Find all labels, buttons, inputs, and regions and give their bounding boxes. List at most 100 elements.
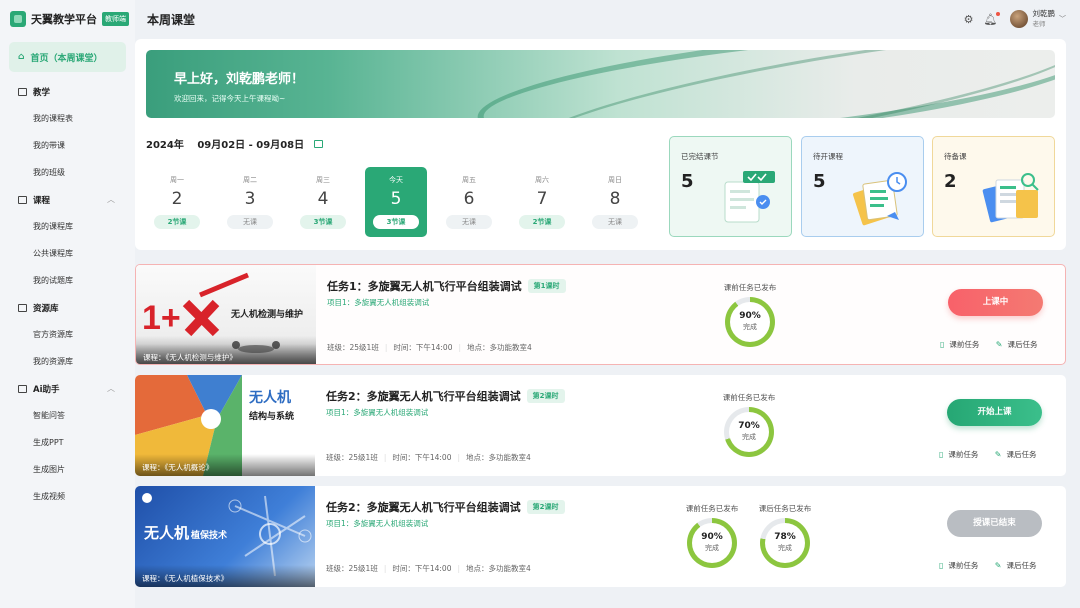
day-sat[interactable]: 周六 7 2节课 — [511, 167, 573, 237]
home-icon: ⌂ — [18, 52, 25, 62]
settings-icon[interactable]: ⚙ — [964, 13, 974, 26]
sidebar-group-label: Ai助手 — [33, 384, 60, 395]
class-ended-button[interactable]: 授课已结束 — [947, 510, 1042, 537]
stat-upcoming-courses[interactable]: 待开课程 5 — [801, 136, 924, 237]
sidebar-group-resources[interactable]: 资源库 — [0, 294, 135, 321]
week-dates: 09月02日 - 09月08日 — [197, 140, 305, 151]
course-class: 班级：25级1班 — [327, 343, 379, 352]
sidebar-item-home[interactable]: ⌂ 首页（本周课堂） — [9, 42, 126, 72]
pre-task-link[interactable]: ▯ 课前任务 — [939, 561, 978, 570]
stat-label: 待开课程 — [813, 152, 843, 161]
ring-label: 课前任务已发布 — [722, 393, 776, 402]
progress-ring: 90% 完成 — [725, 297, 775, 347]
day-today[interactable]: 今天 5 3节课 — [365, 167, 427, 237]
sidebar-group-label: 课程 — [33, 195, 51, 206]
thumbnail-title: 无人机 — [249, 390, 291, 406]
course-title-text: 任务2：多旋翼无人机飞行平台组装调试 — [326, 501, 521, 514]
course-project: 项目1：多旋翼无人机组装调试 — [326, 408, 429, 417]
course-thumbnail: 无人机 植保技术 课程：《无人机植保技术》 — [135, 486, 315, 587]
pre-task-link[interactable]: ▯ 课前任务 — [939, 450, 978, 459]
top-header: 本周课堂 ⚙ 🔔︎ 刘乾鹏 老师 ﹀ — [135, 0, 1080, 38]
day-lesson-count: 2节课 — [154, 215, 200, 229]
day-date: 8 — [609, 189, 621, 209]
course-meta: 班级：25级1班 | 时间：下午14:00 | 地点：多功能教室4 — [326, 563, 537, 574]
user-name: 刘乾鹏 — [1032, 8, 1056, 18]
stat-value: 5 — [681, 171, 694, 192]
start-class-button[interactable]: 开始上课 — [947, 399, 1042, 426]
sidebar-group-course[interactable]: 课程 ︿ — [0, 186, 135, 213]
day-sun[interactable]: 周日 8 无课 — [584, 167, 646, 237]
post-task-link[interactable]: ✎ 课后任务 — [996, 340, 1038, 349]
stat-label: 待备课 — [944, 152, 967, 161]
day-date: 2 — [171, 189, 183, 209]
app-name: 天翼教学平台 — [31, 13, 97, 26]
ring-value: 90% — [701, 532, 723, 542]
role-badge: 教师端 — [102, 12, 129, 26]
user-role: 老师 — [1032, 20, 1046, 29]
sidebar-group-teaching[interactable]: 教学 — [0, 78, 135, 105]
thumbnail-title-main: 无人机 — [144, 524, 190, 542]
avatar[interactable] — [1009, 10, 1028, 28]
stat-value: 5 — [813, 171, 826, 192]
course-card[interactable]: 无人机 植保技术 课程：《无人机植保技术》 任务2：多旋翼无人机飞行平台组装调试第… — [135, 486, 1066, 587]
bell-icon[interactable]: 🔔︎ — [984, 11, 1000, 26]
day-lesson-count: 2节课 — [519, 215, 565, 229]
calendar-icon[interactable] — [313, 140, 323, 148]
pre-task-progress: 课前任务已发布 70% 完成 — [709, 392, 789, 457]
meta-divider: | — [383, 564, 387, 573]
header-actions: ⚙ 🔔︎ 刘乾鹏 老师 ﹀ — [954, 8, 1066, 29]
post-task-link[interactable]: ✎ 课后任务 — [995, 561, 1037, 570]
sidebar-item-smart-qa[interactable]: 智能问答 — [0, 402, 135, 429]
sidebar-item-my-class[interactable]: 我的班级 — [0, 159, 135, 186]
day-wed[interactable]: 周三 4 3节课 — [292, 167, 354, 237]
day-name: 周五 — [462, 176, 476, 184]
stat-completed-lessons[interactable]: 已完结课节 5 — [669, 136, 792, 237]
day-date: 4 — [317, 189, 329, 209]
notification-dot — [995, 11, 1000, 16]
post-task-link[interactable]: ✎ 课后任务 — [995, 450, 1037, 459]
day-tue[interactable]: 周二 3 无课 — [219, 167, 281, 237]
day-lesson-count: 无课 — [592, 215, 638, 229]
pre-task-link[interactable]: ▯ 课前任务 — [940, 340, 979, 349]
link-label: 课前任务 — [949, 340, 980, 349]
in-class-button[interactable]: 上课中 — [948, 289, 1043, 316]
sidebar-item-official-resources[interactable]: 官方资源库 — [0, 321, 135, 348]
sidebar-item-my-resources[interactable]: 我的资源库 — [0, 348, 135, 375]
app-logo[interactable]: 天翼教学平台 教师端 — [0, 0, 135, 38]
chevron-up-icon: ︿ — [107, 195, 115, 204]
user-info[interactable]: 刘乾鹏 老师 — [1032, 8, 1056, 29]
files-illustration — [982, 173, 1039, 223]
sidebar-item-my-classes-taught[interactable]: 我的带课 — [0, 132, 135, 159]
link-label: 课后任务 — [1006, 450, 1037, 459]
sidebar-item-schedule[interactable]: 我的课程表 — [0, 105, 135, 132]
course-meta: 班级：25级1班 | 时间：下午14:00 | 地点：多功能教室4 — [327, 342, 538, 353]
sidebar-group-label: 资源库 — [33, 303, 59, 314]
course-card[interactable]: 无人机 结构与系统 课程：《无人机概论》 任务2：多旋翼无人机飞行平台组装调试第… — [135, 375, 1066, 476]
day-mon[interactable]: 周一 2 2节课 — [146, 167, 208, 237]
day-date: 6 — [463, 189, 475, 209]
day-lesson-count: 无课 — [446, 215, 492, 229]
sidebar-group-ai[interactable]: Ai助手 ︿ — [0, 375, 135, 402]
sidebar-item-gen-video[interactable]: 生成视频 — [0, 483, 135, 510]
pre-task-progress: 课前任务已发布 90% 完成 — [710, 282, 790, 347]
course-card[interactable]: 1+ 无人机检测与维护 课程：《无人机检测与维护》 任务1：多旋翼无人机飞行平台… — [135, 264, 1066, 365]
svg-text:1+: 1+ — [142, 299, 181, 337]
course-place: 地点：多功能教室4 — [466, 564, 531, 573]
ring-value: 78% — [774, 532, 796, 542]
chevron-down-icon[interactable]: ﹀ — [1059, 14, 1066, 24]
sidebar-item-question-bank[interactable]: 我的试题库 — [0, 267, 135, 294]
task-links: ▯ 课前任务 ✎ 课后任务 — [925, 449, 1037, 460]
stat-pending-prep[interactable]: 待备课 2 — [932, 136, 1055, 237]
course-title: 任务1：多旋翼无人机飞行平台组装调试 第1课时 — [327, 278, 566, 294]
sidebar-item-gen-ppt[interactable]: 生成PPT — [0, 429, 135, 456]
edit-icon: ✎ — [994, 450, 1002, 459]
thumbnail-title: 无人机 植保技术 — [144, 522, 227, 543]
course-time: 时间：下午14:00 — [392, 564, 452, 573]
sidebar-item-gen-image[interactable]: 生成图片 — [0, 456, 135, 483]
link-label: 课后任务 — [1007, 340, 1038, 349]
day-fri[interactable]: 周五 6 无课 — [438, 167, 500, 237]
sidebar-item-public-course-lib[interactable]: 公共课程库 — [0, 240, 135, 267]
sidebar-item-my-course-lib[interactable]: 我的课程库 — [0, 213, 135, 240]
task-links: ▯ 课前任务 ✎ 课后任务 — [926, 339, 1038, 350]
course-title: 任务2：多旋翼无人机飞行平台组装调试 第2课时 — [326, 388, 565, 404]
